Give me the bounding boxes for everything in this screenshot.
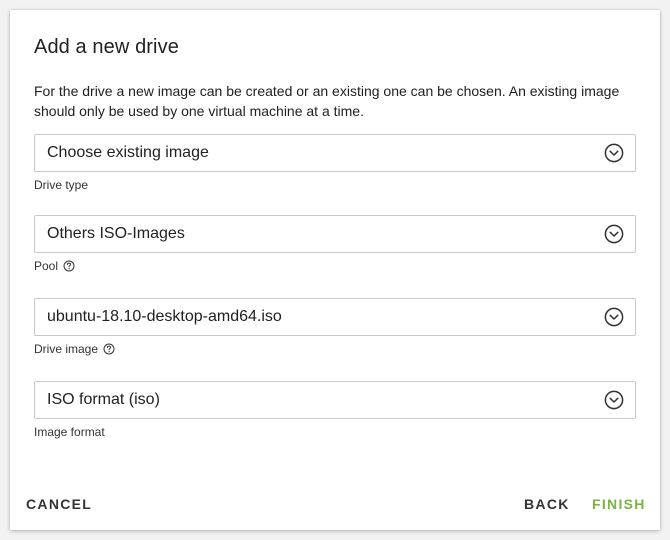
- drive-type-value: Choose existing image: [47, 144, 209, 161]
- image-format-field: ISO format (iso) Image format: [34, 381, 636, 439]
- pool-label: Pool: [34, 259, 59, 273]
- drive-type-select[interactable]: Choose existing image: [34, 134, 636, 172]
- help-icon[interactable]: [63, 260, 75, 272]
- help-icon[interactable]: [103, 343, 115, 355]
- drive-image-field: ubuntu-18.10-desktop-amd64.iso Drive ima…: [34, 298, 636, 356]
- chevron-down-icon: [604, 390, 624, 410]
- cancel-button[interactable]: CANCEL: [26, 496, 92, 512]
- add-drive-dialog: Add a new drive For the drive a new imag…: [10, 10, 660, 530]
- pool-value: Others ISO-Images: [47, 225, 185, 242]
- image-format-select[interactable]: ISO format (iso): [34, 381, 636, 419]
- image-format-value: ISO format (iso): [47, 391, 160, 408]
- dialog-description: For the drive a new image can be created…: [34, 83, 620, 119]
- drive-image-value: ubuntu-18.10-desktop-amd64.iso: [47, 308, 282, 325]
- pool-field: Others ISO-Images Pool: [34, 215, 636, 273]
- drive-type-field: Choose existing image Drive type: [34, 134, 636, 192]
- drive-image-label: Drive image: [34, 342, 99, 356]
- chevron-down-icon: [604, 307, 624, 327]
- back-button[interactable]: BACK: [524, 496, 570, 512]
- finish-button[interactable]: FINISH: [592, 496, 646, 512]
- dialog-title: Add a new drive: [34, 36, 179, 58]
- chevron-down-icon: [604, 143, 624, 163]
- image-format-label: Image format: [34, 425, 105, 439]
- drive-type-label: Drive type: [34, 178, 89, 192]
- chevron-down-icon: [604, 224, 624, 244]
- drive-image-select[interactable]: ubuntu-18.10-desktop-amd64.iso: [34, 298, 636, 336]
- pool-select[interactable]: Others ISO-Images: [34, 215, 636, 253]
